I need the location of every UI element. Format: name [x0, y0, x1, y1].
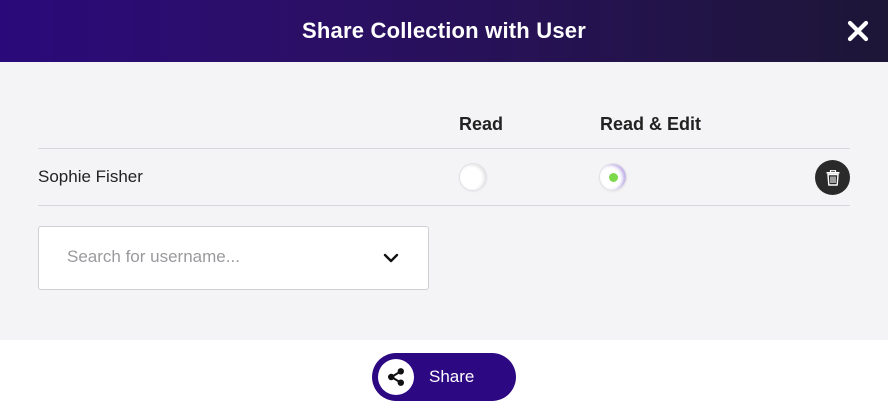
share-icon [378, 359, 414, 395]
selected-indicator [609, 173, 618, 182]
user-name: Sophie Fisher [38, 167, 143, 186]
column-header-read: Read [459, 114, 504, 134]
share-button-label: Share [429, 367, 475, 386]
close-icon[interactable] [846, 19, 870, 43]
read-edit-permission-radio[interactable] [599, 163, 627, 191]
read-permission-radio[interactable] [459, 163, 487, 191]
share-collection-dialog: Share Collection with User Read Read & E… [0, 0, 888, 414]
dialog-title: Share Collection with User [302, 18, 586, 43]
delete-user-button[interactable] [815, 160, 850, 195]
column-header-read-edit: Read & Edit [600, 114, 702, 134]
dialog-header: Share Collection with User [0, 0, 888, 62]
username-search-select[interactable] [38, 226, 429, 290]
share-button[interactable]: Share [372, 353, 516, 401]
dialog-footer: Share [0, 340, 888, 414]
dialog-body: Read Read & Edit Sophie Fisher [0, 62, 888, 340]
username-search-input[interactable] [67, 247, 367, 267]
trash-icon [826, 169, 839, 186]
divider [38, 205, 850, 206]
divider [38, 148, 850, 149]
chevron-down-icon[interactable] [382, 251, 400, 265]
